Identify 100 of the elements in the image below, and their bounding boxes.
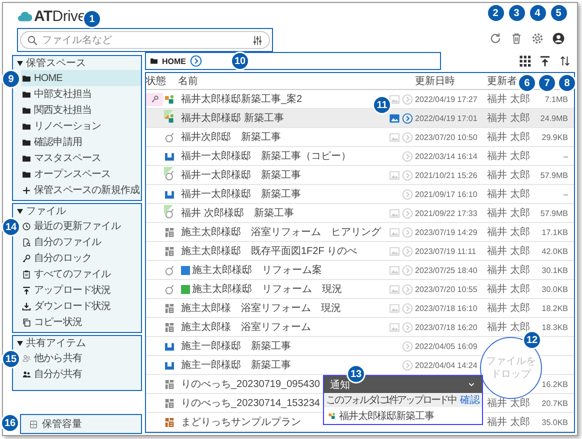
caret-icon[interactable] (17, 340, 23, 346)
sidebar-item[interactable]: マスタスペース (21, 150, 141, 166)
refresh-icon[interactable] (489, 32, 502, 45)
sidebar-item[interactable]: HOME (21, 70, 141, 86)
file-name[interactable]: 福井一太郎様邸 新築工事 (181, 187, 301, 201)
sidebar-item[interactable]: ダウンロード状況 (21, 298, 141, 314)
sidebar-item[interactable]: 自分が共有 (21, 366, 141, 382)
table-cell-text: 福井 太郎 (487, 112, 530, 125)
table-cell: 2022/04/19 17:27 (415, 94, 478, 104)
table-cell-text: 福井 太郎 (487, 244, 530, 258)
search-field[interactable]: ファイル名など (20, 31, 270, 49)
column-header[interactable]: 更新者 (487, 73, 517, 89)
column-header[interactable]: 名前 (178, 73, 198, 89)
sidebar-item[interactable]: 確認申請用 (21, 134, 141, 150)
grid-view-icon[interactable] (519, 55, 531, 67)
file-name[interactable]: りのべっち_20230714_153234 (181, 396, 320, 410)
file-name[interactable]: 福井太郎様邸新築工事_案2 (181, 92, 302, 106)
column-header[interactable]: 状態 (146, 73, 166, 89)
sidebar-item[interactable]: オープンスペース (21, 166, 141, 182)
table-cell: 57.9MB (540, 170, 568, 180)
table-cell: 2022/04/05 16:09 (415, 342, 478, 350)
file-name[interactable]: 施主一郎様邸 新築工事 (181, 358, 291, 372)
trash-icon[interactable] (510, 32, 523, 45)
file-name[interactable]: 福井一太郎様邸 新築工事 (181, 168, 301, 182)
sidebar-item[interactable]: 中部支社担当 (21, 86, 141, 102)
sidebar-item[interactable]: 関西支社担当 (21, 102, 141, 118)
table-cell: 2023/07/20 10:55 (415, 284, 478, 294)
sidebar-item[interactable]: 他から共有 (21, 350, 141, 366)
image-icon[interactable] (389, 112, 400, 124)
selected-row[interactable]: 福井太郎様邸 新築工事 2022/04/19 17:01 福井 太郎 24.9MB (146, 109, 574, 128)
table-cell-text: 福井 太郎 (487, 92, 530, 106)
table-cell-text: 福井 太郎 (487, 188, 530, 201)
table-cell-text: 福井 太郎 (487, 150, 530, 163)
file-name[interactable]: 施主太郎様邸 リフォーム案 (192, 263, 322, 277)
table-cell: 30.0KB (542, 284, 568, 294)
sidebar-item[interactable]: 自分のファイル (21, 234, 141, 250)
account-icon[interactable] (552, 32, 565, 45)
file-name[interactable]: 福井次郎邸 新築工事 (181, 130, 281, 144)
table-cell-text: 福井 太郎 (487, 416, 530, 429)
sidebar-item[interactable]: コピー状況 (21, 314, 141, 330)
floor-plan-icon (164, 398, 175, 408)
callout-badge: 7 (539, 75, 555, 91)
shapes-icon (164, 112, 175, 124)
callout-badge: 2 (488, 5, 504, 21)
table-cell: 2022/04/04 14:24 (415, 360, 478, 370)
callout-badge: 10 (232, 53, 248, 69)
table-cell: 2023/07/19 11:11 (415, 246, 476, 256)
file-name[interactable]: 施主太郎様 浴室リフォーム (181, 320, 311, 334)
storage-capacity[interactable]: 保管容量 (20, 414, 142, 434)
sidebar-item[interactable]: リノベーション (21, 118, 141, 134)
table-cell: 42.0KB (542, 246, 568, 256)
callout-badge: 13 (348, 366, 364, 382)
sidebar-item[interactable]: 自分のロック (21, 250, 141, 266)
arrow-circle-icon[interactable] (402, 112, 413, 124)
file-name[interactable]: 福井一太郎様邸 新築工事（コピー） (181, 149, 351, 163)
section-title[interactable]: 保管スペース (26, 56, 86, 70)
section-title[interactable]: 共有アイテム (26, 336, 86, 350)
upload-icon[interactable] (539, 55, 551, 67)
file-name[interactable]: 施主太郎様邸 リフォーム 現況 (192, 282, 342, 296)
floor-plan-icon (164, 378, 175, 390)
sort-icon[interactable] (559, 55, 571, 67)
table-cell: 2021/10/21 15:26 (415, 170, 478, 180)
ring-icon (164, 170, 175, 180)
sidebar-item[interactable]: 最近の更新ファイル (21, 218, 141, 234)
sliders-icon[interactable] (252, 34, 263, 46)
shapes-icon (328, 412, 336, 420)
file-name[interactable]: 施主太郎様 浴室リフォーム 現況 (181, 301, 341, 315)
settings-icon[interactable] (531, 32, 544, 45)
notification-item[interactable]: 福井太郎様邸新築工事 (324, 407, 482, 424)
file-name[interactable]: まどりっちサンプルプラン (181, 415, 301, 429)
cloud-icon (17, 9, 32, 24)
table-cell: – (564, 152, 568, 160)
table-cell: 20.7KB (542, 398, 568, 408)
chevron-down-icon[interactable] (467, 380, 476, 389)
callout-badge: 11 (374, 97, 390, 113)
tray-icon (164, 360, 175, 370)
file-name[interactable]: 福井太郎様邸 新築工事 (181, 111, 284, 125)
confirm-link[interactable]: 確認 (460, 393, 480, 407)
notification-message: このフォルダに1件アップロード中 (326, 394, 456, 407)
file-name[interactable]: 施主太郎様邸 既存平面図1F2F りのべ (181, 244, 358, 258)
section-title[interactable]: ファイル (26, 204, 66, 218)
arrow-circle-icon[interactable] (190, 55, 202, 67)
file-name[interactable]: 福井 次郎様邸 新築工事 (181, 206, 294, 220)
document-search-icon (22, 238, 31, 246)
callout-badge: 4 (530, 5, 546, 21)
column-header[interactable]: 更新日時 (415, 73, 455, 89)
sidebar-item[interactable]: アップロード状況 (21, 282, 141, 298)
ring-icon (164, 284, 175, 294)
table-cell: 7.1MB (544, 94, 568, 104)
file-name[interactable]: 施主太郎様邸 浴室リフォーム ヒアリング (181, 225, 381, 239)
sidebar-item[interactable]: すべてのファイル (21, 266, 141, 282)
search-input[interactable]: ファイル名など (42, 34, 248, 46)
notification-header[interactable]: 通知 (324, 376, 482, 393)
table-cell: 18.3KB (542, 322, 568, 332)
caret-icon[interactable] (17, 208, 23, 214)
breadcrumb-item[interactable]: HOME (162, 56, 186, 66)
file-name[interactable]: りのべっち_20230719_095430 (181, 377, 320, 391)
file-name[interactable]: 施主一郎様邸 新築工事 (181, 339, 291, 353)
sidebar-item[interactable]: 保管スペースの新規作成 (21, 182, 141, 198)
table-cell: 17.1KB (542, 228, 568, 236)
